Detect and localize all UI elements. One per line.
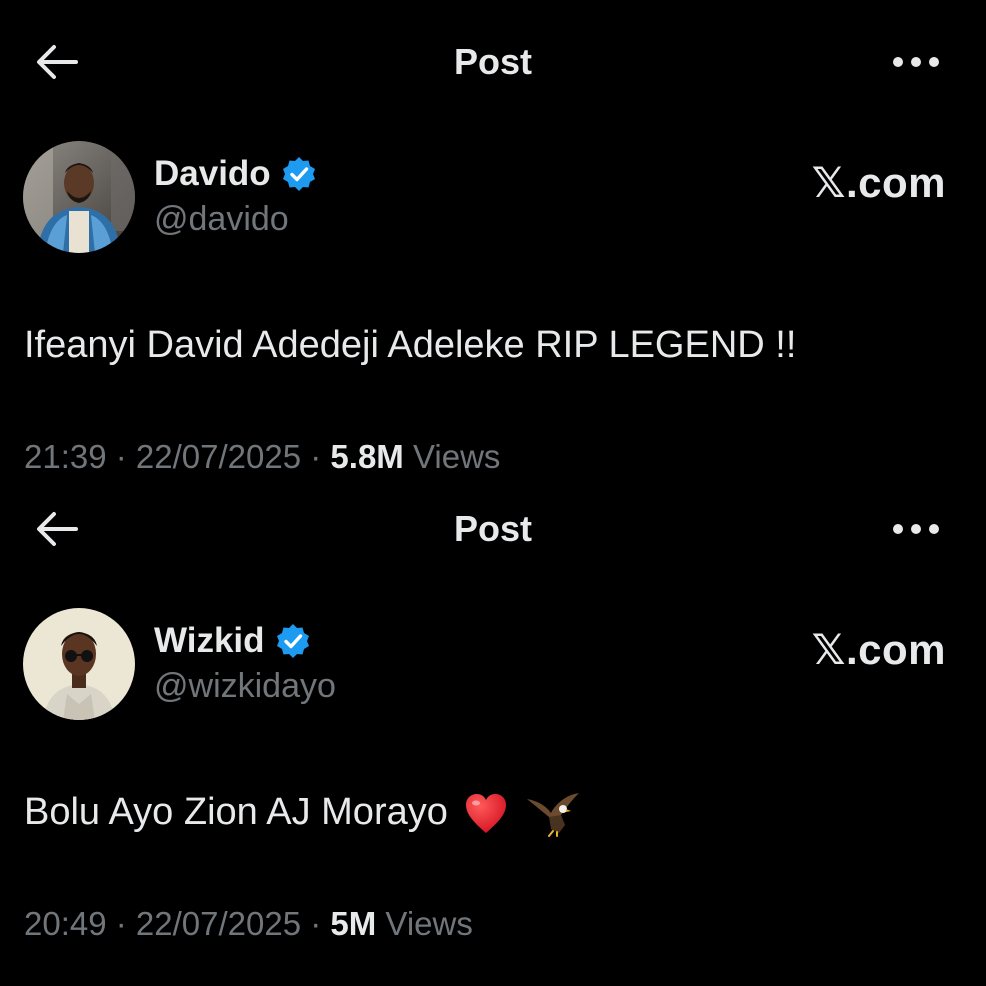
more-options-button[interactable] [886,503,946,555]
author-name[interactable]: Davido [154,154,271,194]
author-name[interactable]: Wizkid [154,621,265,661]
meta-separator: · [106,905,136,942]
author-row: Davido [154,152,317,196]
author-handle[interactable]: @davido [154,200,289,239]
back-button[interactable] [30,36,82,88]
post-meta: 20:49 · 22/07/2025 · 5M Views [24,905,473,943]
x-brand-watermark: 𝕏.com [811,626,946,673]
page-title: Post [453,41,532,82]
eagle-icon [527,793,579,837]
post-text: Ifeanyi David Adedeji Adeleke RIP LEGEND… [24,324,797,366]
more-dots-icon [893,524,939,534]
meta-separator: · [301,905,331,942]
more-options-button[interactable] [886,36,946,88]
post-time[interactable]: 20:49 [24,905,107,942]
verified-badge-icon [276,624,309,658]
red-heart-icon [466,794,507,833]
post-wizkid: Post Wizkid @wizkidayo 𝕏.com Bolu Ayo Zi… [0,467,986,942]
views-label: Views [376,905,473,942]
views-count[interactable]: 5M [330,905,376,942]
more-dots-icon [893,57,939,67]
post-body-text: Bolu Ayo Zion AJ Morayo [24,791,581,837]
x-brand-watermark: 𝕏.com [811,159,946,206]
post-body-text: Ifeanyi David Adedeji Adeleke RIP LEGEND… [24,324,796,367]
avatar-photo-wizkid [23,608,135,720]
post-davido: Post Davido @davido 𝕏.com Ifeanyi David … [0,0,986,475]
post-text: Bolu Ayo Zion AJ Morayo [24,791,448,834]
post-date[interactable]: 22/07/2025 [136,905,301,942]
avatar-photo-davido [23,141,135,253]
page-title: Post [453,508,532,549]
author-row: Wizkid [154,619,311,663]
back-arrow-icon [37,45,78,79]
verified-badge-icon [282,157,315,191]
avatar[interactable] [23,141,135,253]
author-handle[interactable]: @wizkidayo [154,667,336,706]
back-arrow-icon [37,512,78,546]
back-button[interactable] [30,503,82,555]
avatar[interactable] [23,608,135,720]
